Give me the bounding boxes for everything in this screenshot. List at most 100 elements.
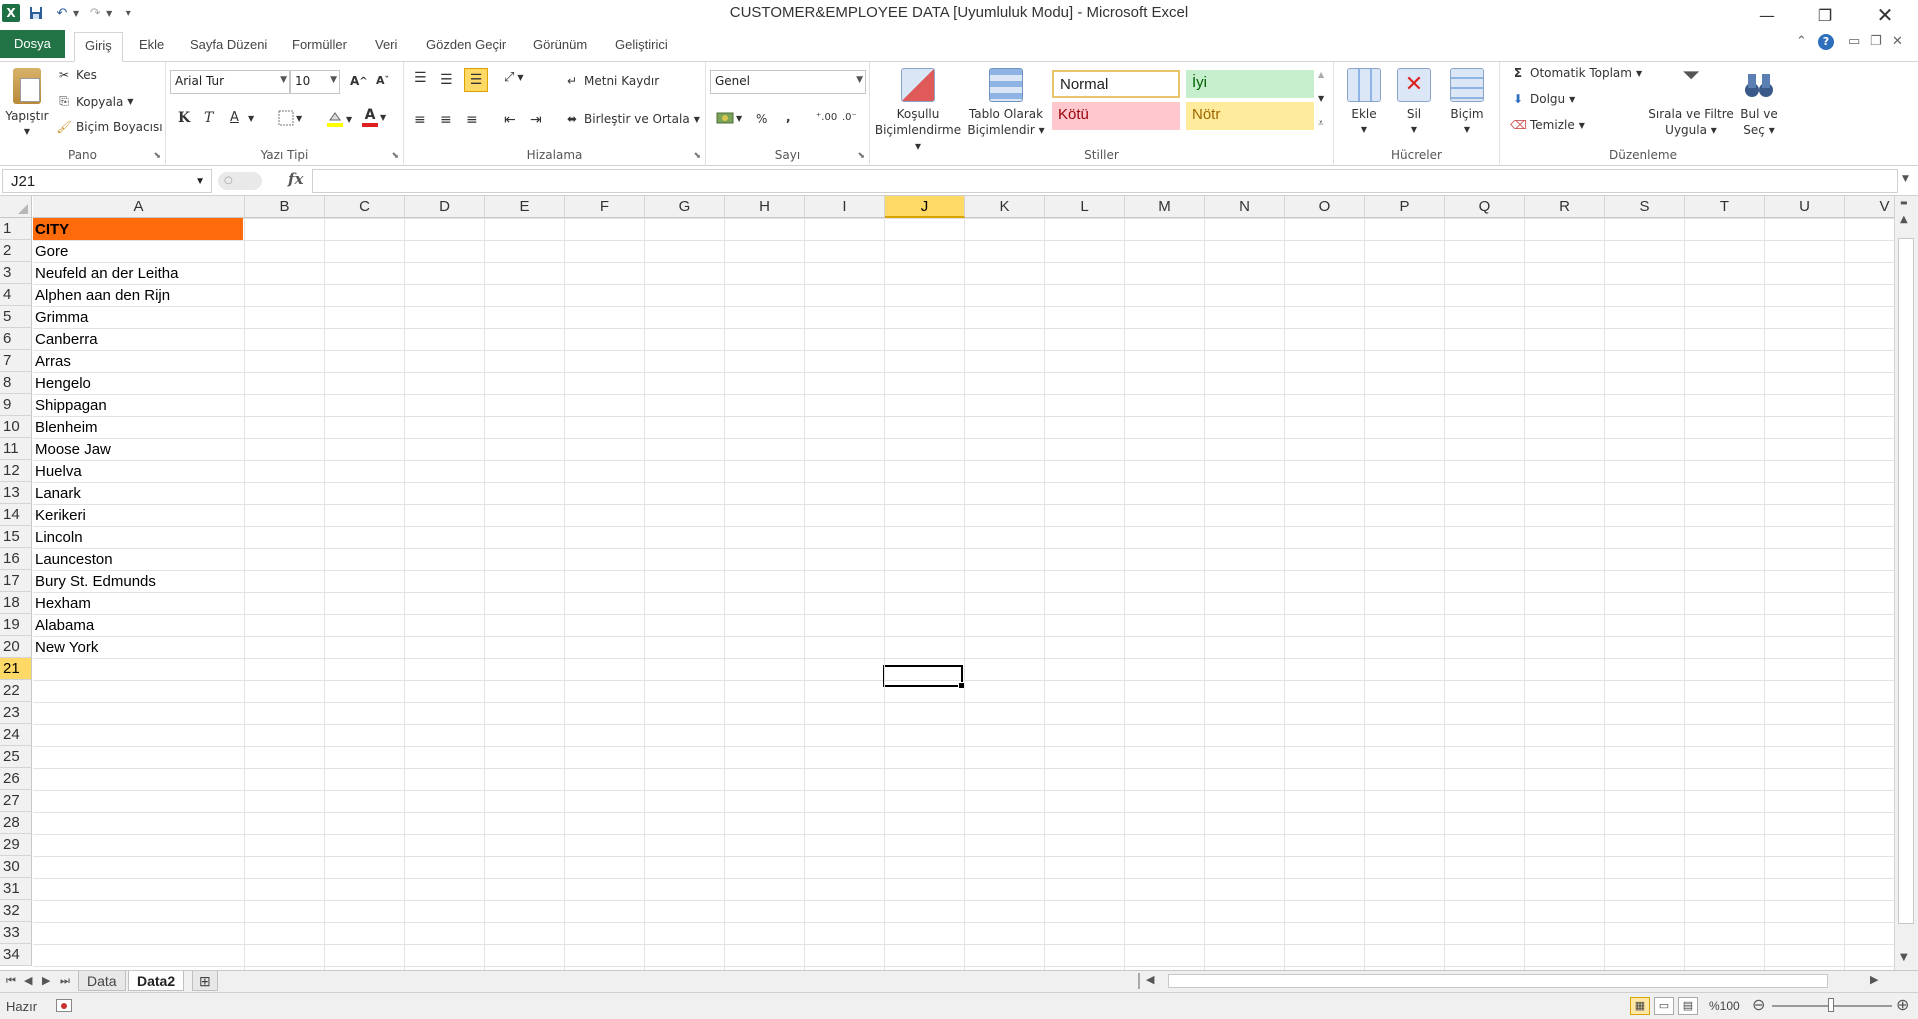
select-all-corner[interactable]: [0, 196, 32, 218]
tab-file[interactable]: Dosya: [0, 30, 65, 58]
cell-a11[interactable]: Moose Jaw: [33, 438, 243, 460]
underline-button[interactable]: A: [230, 110, 239, 125]
column-header-b[interactable]: B: [245, 196, 325, 218]
tab-developer[interactable]: Geliştirici: [615, 32, 668, 62]
font-size-select[interactable]: 10 ▼: [290, 70, 340, 94]
borders-icon[interactable]: ▼: [278, 110, 302, 126]
tab-home[interactable]: Giriş: [74, 32, 123, 62]
first-sheet-icon[interactable]: ⏮: [6, 974, 16, 988]
column-header-n[interactable]: N: [1205, 196, 1285, 218]
cell-a19[interactable]: Alabama: [33, 614, 243, 636]
minimize-ribbon-icon[interactable]: ⌃: [1796, 34, 1807, 49]
expand-formula-bar-icon[interactable]: ▼: [1902, 174, 1909, 184]
column-header-o[interactable]: O: [1285, 196, 1365, 218]
tab-data[interactable]: Veri: [375, 32, 397, 62]
row-header-27[interactable]: 27: [0, 790, 32, 812]
split-handle-icon[interactable]: ▬: [1900, 198, 1908, 207]
row-header-15[interactable]: 15: [0, 526, 32, 548]
paste-button[interactable]: Yapıştır ▼: [4, 68, 50, 140]
page-break-view-icon[interactable]: ▤: [1678, 997, 1698, 1015]
normal-view-icon[interactable]: ▦: [1630, 997, 1650, 1015]
cell-a20[interactable]: New York: [33, 636, 243, 658]
cell-a9[interactable]: Shippagan: [33, 394, 243, 416]
autosum-button[interactable]: Σ Otomatik Toplam ▼: [1510, 66, 1642, 80]
font-launcher-icon[interactable]: ⬊: [391, 151, 399, 161]
row-header-10[interactable]: 10: [0, 416, 32, 438]
conditional-formatting-button[interactable]: Koşullu Biçimlendirme ▾: [874, 68, 962, 154]
number-format-select[interactable]: Genel ▼: [710, 70, 866, 94]
column-header-t[interactable]: T: [1685, 196, 1765, 218]
column-header-a[interactable]: A: [33, 196, 245, 218]
horizontal-scrollbar[interactable]: ◀ ▶: [1140, 973, 1900, 990]
cell-a5[interactable]: Grimma: [33, 306, 243, 328]
scroll-right-icon[interactable]: ▶: [1870, 973, 1878, 986]
horizontal-scroll-thumb[interactable]: [1168, 974, 1828, 988]
insert-cells-button[interactable]: Ekle ▼: [1342, 68, 1386, 138]
sheet-tab-data[interactable]: Data: [78, 971, 126, 991]
row-header-25[interactable]: 25: [0, 746, 32, 768]
row-header-33[interactable]: 33: [0, 922, 32, 944]
macro-record-icon[interactable]: [56, 999, 72, 1012]
italic-button[interactable]: T: [204, 110, 213, 126]
cell-a12[interactable]: Huelva: [33, 460, 243, 482]
clipboard-launcher-icon[interactable]: ⬊: [153, 151, 161, 161]
font-name-select[interactable]: Arial Tur ▼: [170, 70, 290, 94]
cell-a15[interactable]: Lincoln: [33, 526, 243, 548]
row-header-23[interactable]: 23: [0, 702, 32, 724]
cell-a2[interactable]: Gore: [33, 240, 243, 262]
row-header-14[interactable]: 14: [0, 504, 32, 526]
cell-a8[interactable]: Hengelo: [33, 372, 243, 394]
tab-insert[interactable]: Ekle: [139, 32, 164, 62]
cell-a14[interactable]: Kerikeri: [33, 504, 243, 526]
cell-a7[interactable]: Arras: [33, 350, 243, 372]
row-header-16[interactable]: 16: [0, 548, 32, 570]
column-header-p[interactable]: P: [1365, 196, 1445, 218]
align-middle-icon[interactable]: ☰: [440, 72, 453, 88]
zoom-slider-thumb[interactable]: [1828, 998, 1834, 1012]
tab-formulas[interactable]: Formüller: [292, 32, 347, 62]
style-good[interactable]: İyi: [1186, 70, 1314, 98]
percent-button[interactable]: %: [756, 112, 767, 126]
name-box-dropdown-icon[interactable]: ▼: [195, 176, 205, 187]
row-header-30[interactable]: 30: [0, 856, 32, 878]
row-header-29[interactable]: 29: [0, 834, 32, 856]
spreadsheet-grid[interactable]: ABCDEFGHIJKLMNOPQRSTUV 1 2 3 4 5 6 7 8 9 10 11 12 13…: [0, 196, 1894, 970]
help-icon[interactable]: ?: [1818, 34, 1834, 50]
fill-button[interactable]: ⬇ Dolgu ▼: [1510, 92, 1575, 106]
name-box[interactable]: J21 ▼: [2, 169, 212, 193]
comma-button[interactable]: ,: [786, 110, 791, 124]
row-header-24[interactable]: 24: [0, 724, 32, 746]
workbook-restore-icon[interactable]: ❐: [1870, 34, 1882, 49]
row-header-31[interactable]: 31: [0, 878, 32, 900]
cell-a16[interactable]: Launceston: [33, 548, 243, 570]
cell-a4[interactable]: Alphen aan den Rijn: [33, 284, 243, 306]
row-header-19[interactable]: 19: [0, 614, 32, 636]
increase-decimal-icon[interactable]: ⁺.00: [816, 112, 837, 123]
format-cells-button[interactable]: Biçim ▼: [1442, 68, 1492, 138]
row-header-7[interactable]: 7: [0, 350, 32, 372]
page-layout-view-icon[interactable]: ▭: [1654, 997, 1674, 1015]
column-header-q[interactable]: Q: [1445, 196, 1525, 218]
styles-scroll-up-icon[interactable]: ▲: [1318, 70, 1324, 79]
row-header-8[interactable]: 8: [0, 372, 32, 394]
currency-icon[interactable]: ▼: [716, 110, 742, 126]
cell-a17[interactable]: Bury St. Edmunds: [33, 570, 243, 592]
scroll-down-icon[interactable]: ▼: [1900, 952, 1908, 963]
row-header-20[interactable]: 20: [0, 636, 32, 658]
row-header-32[interactable]: 32: [0, 900, 32, 922]
format-as-table-button[interactable]: Tablo Olarak Biçimlendir ▾: [964, 68, 1048, 138]
cell-a3[interactable]: Neufeld an der Leitha: [33, 262, 243, 284]
clear-button[interactable]: ⌫ Temizle ▼: [1510, 118, 1585, 132]
column-header-f[interactable]: F: [565, 196, 645, 218]
column-header-l[interactable]: L: [1045, 196, 1125, 218]
number-launcher-icon[interactable]: ⬊: [857, 151, 865, 161]
vertical-scroll-thumb[interactable]: [1898, 238, 1914, 924]
styles-scroll-down-icon[interactable]: ▼: [1318, 94, 1324, 103]
column-header-v[interactable]: V: [1845, 196, 1894, 218]
decrease-indent-icon[interactable]: ⇤: [504, 112, 516, 128]
grow-font-icon[interactable]: A ^: [350, 74, 368, 88]
row-header-11[interactable]: 11: [0, 438, 32, 460]
column-header-s[interactable]: S: [1605, 196, 1685, 218]
column-header-g[interactable]: G: [645, 196, 725, 218]
row-header-34[interactable]: 34: [0, 944, 32, 966]
